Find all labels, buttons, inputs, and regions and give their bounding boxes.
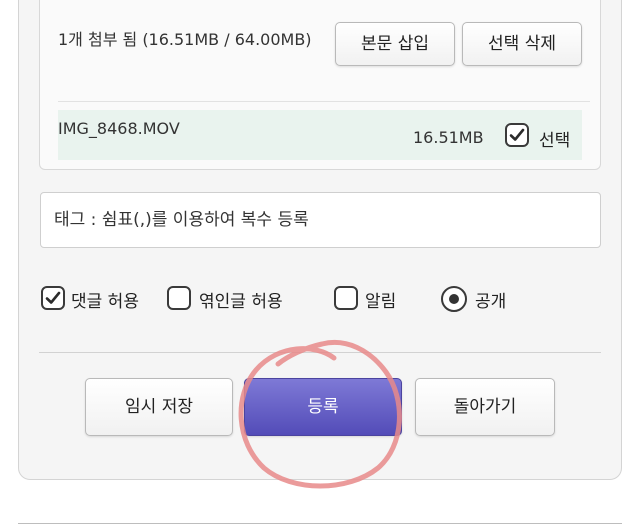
bottom-border xyxy=(18,523,622,524)
attachment-summary: 1개 첨부 됨 (16.51MB / 64.00MB) xyxy=(58,30,312,49)
allow-trackback-label: 엮인글 허용 xyxy=(199,292,283,312)
public-label: 공개 xyxy=(475,292,507,312)
check-icon xyxy=(45,291,61,304)
radio-dot-icon xyxy=(449,294,459,304)
file-size: 16.51MB xyxy=(413,128,484,147)
delete-selected-button[interactable]: 선택 삭제 xyxy=(462,22,582,66)
notify-label: 알림 xyxy=(365,292,397,312)
attachment-divider xyxy=(58,101,590,102)
attachment-file-row[interactable]: IMG_8468.MOV 16.51MB 선택 xyxy=(58,110,582,160)
public-radio[interactable] xyxy=(441,286,467,312)
section-divider xyxy=(39,352,601,353)
submit-button[interactable]: 등록 xyxy=(244,378,402,436)
allow-trackback-checkbox[interactable] xyxy=(167,286,191,310)
file-name: IMG_8468.MOV xyxy=(58,119,180,138)
tag-input[interactable] xyxy=(40,192,601,248)
file-select-label: 선택 xyxy=(539,131,571,151)
insert-into-body-button[interactable]: 본문 삽입 xyxy=(335,22,455,66)
allow-comments-checkbox[interactable] xyxy=(41,286,65,310)
allow-comments-label: 댓글 허용 xyxy=(71,292,139,312)
back-button[interactable]: 돌아가기 xyxy=(415,378,555,436)
file-select-checkbox[interactable] xyxy=(505,123,529,147)
check-icon xyxy=(509,128,525,141)
temp-save-button[interactable]: 임시 저장 xyxy=(85,378,233,436)
notify-checkbox[interactable] xyxy=(334,286,358,310)
